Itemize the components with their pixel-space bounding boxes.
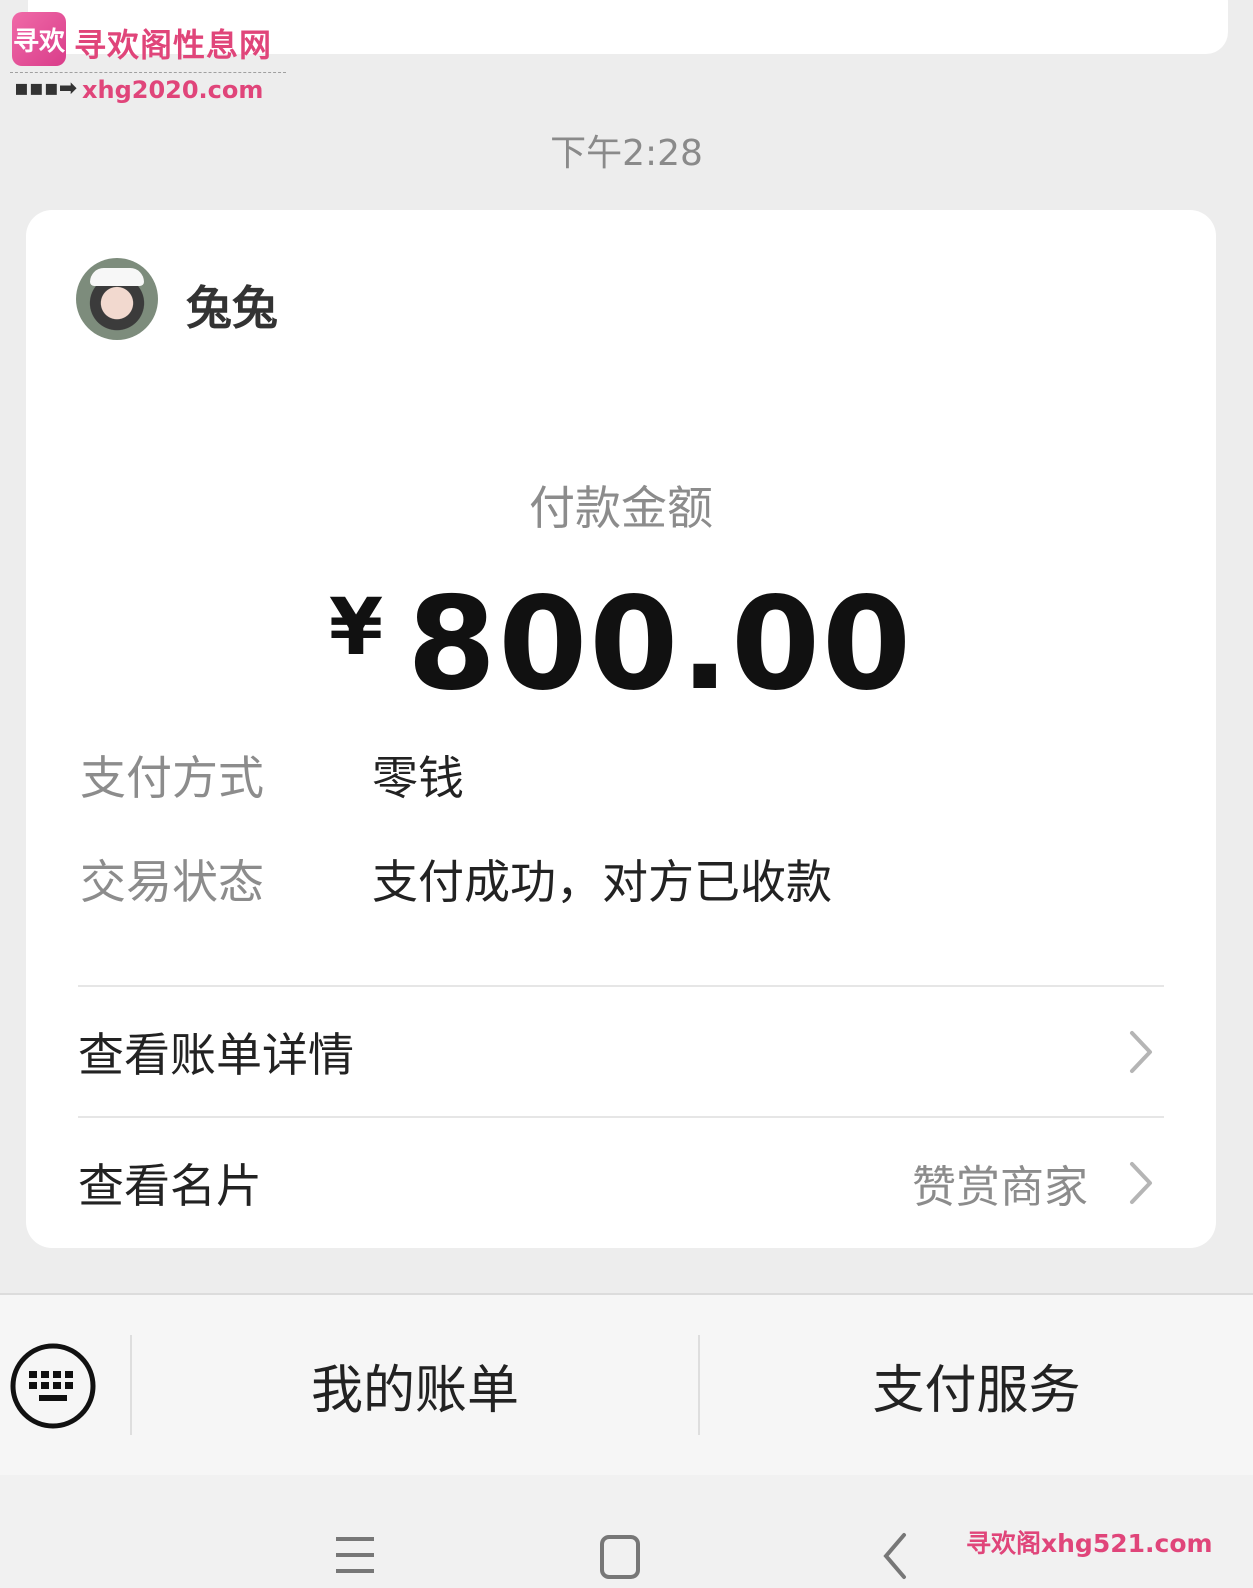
transaction-status-label: 交易状态 [80, 855, 264, 909]
transaction-status-value: 支付成功，对方已收款 [372, 855, 832, 909]
watermark-url: xhg2020.com [82, 76, 264, 104]
watermark-logo-mark: 寻欢 [12, 12, 66, 66]
view-profile-label: 查看名片 [78, 1159, 262, 1213]
view-profile-link[interactable]: 查看名片 赞赏商家 [78, 1118, 1164, 1248]
payment-method-label: 支付方式 [80, 751, 264, 805]
merchant-tag: 赞赏商家 [912, 1162, 1088, 1213]
service-menu-bar: 我的账单 支付服务 [0, 1293, 1253, 1477]
payee-name: 兔兔 [186, 281, 278, 335]
watermark-bottom: 寻欢阁xhg521.com [966, 1529, 1213, 1558]
arrow-right-icon: ▪▪▪➡ [14, 76, 78, 101]
transaction-status-row: 交易状态 支付成功，对方已收款 [80, 846, 832, 912]
back-icon[interactable] [870, 1531, 920, 1581]
menu-icon[interactable] [330, 1531, 380, 1581]
watermark-site-name: 寻欢阁性息网 [74, 26, 273, 64]
chevron-right-icon [1130, 1162, 1152, 1204]
view-bill-details-link[interactable]: 查看账单详情 [78, 987, 1164, 1117]
amount-value: 800.00 [407, 570, 914, 719]
payment-method-row: 支付方式 零钱 [80, 742, 464, 808]
payment-services-button[interactable]: 支付服务 [700, 1295, 1253, 1475]
watermark-divider [10, 72, 286, 73]
watermark-logo: 寻欢 寻欢阁性息网 ▪▪▪➡ xhg2020.com [10, 10, 290, 105]
keyboard-icon[interactable] [10, 1343, 96, 1429]
payment-card[interactable]: 兔兔 付款金额 ¥800.00 支付方式 零钱 交易状态 支付成功，对方已收款 查看… [26, 210, 1216, 1248]
currency-symbol: ¥ [328, 583, 384, 673]
chevron-right-icon [1130, 1031, 1152, 1073]
my-bills-button[interactable]: 我的账单 [132, 1295, 698, 1475]
home-icon[interactable] [596, 1531, 646, 1581]
amount-label: 付款金额 [529, 481, 713, 535]
message-timestamp: 下午2:28 [550, 133, 703, 174]
payment-amount: ¥800.00 [26, 570, 1216, 719]
view-bill-details-label: 查看账单详情 [78, 1028, 354, 1082]
payment-method-value: 零钱 [372, 751, 464, 805]
avatar[interactable] [76, 258, 158, 340]
